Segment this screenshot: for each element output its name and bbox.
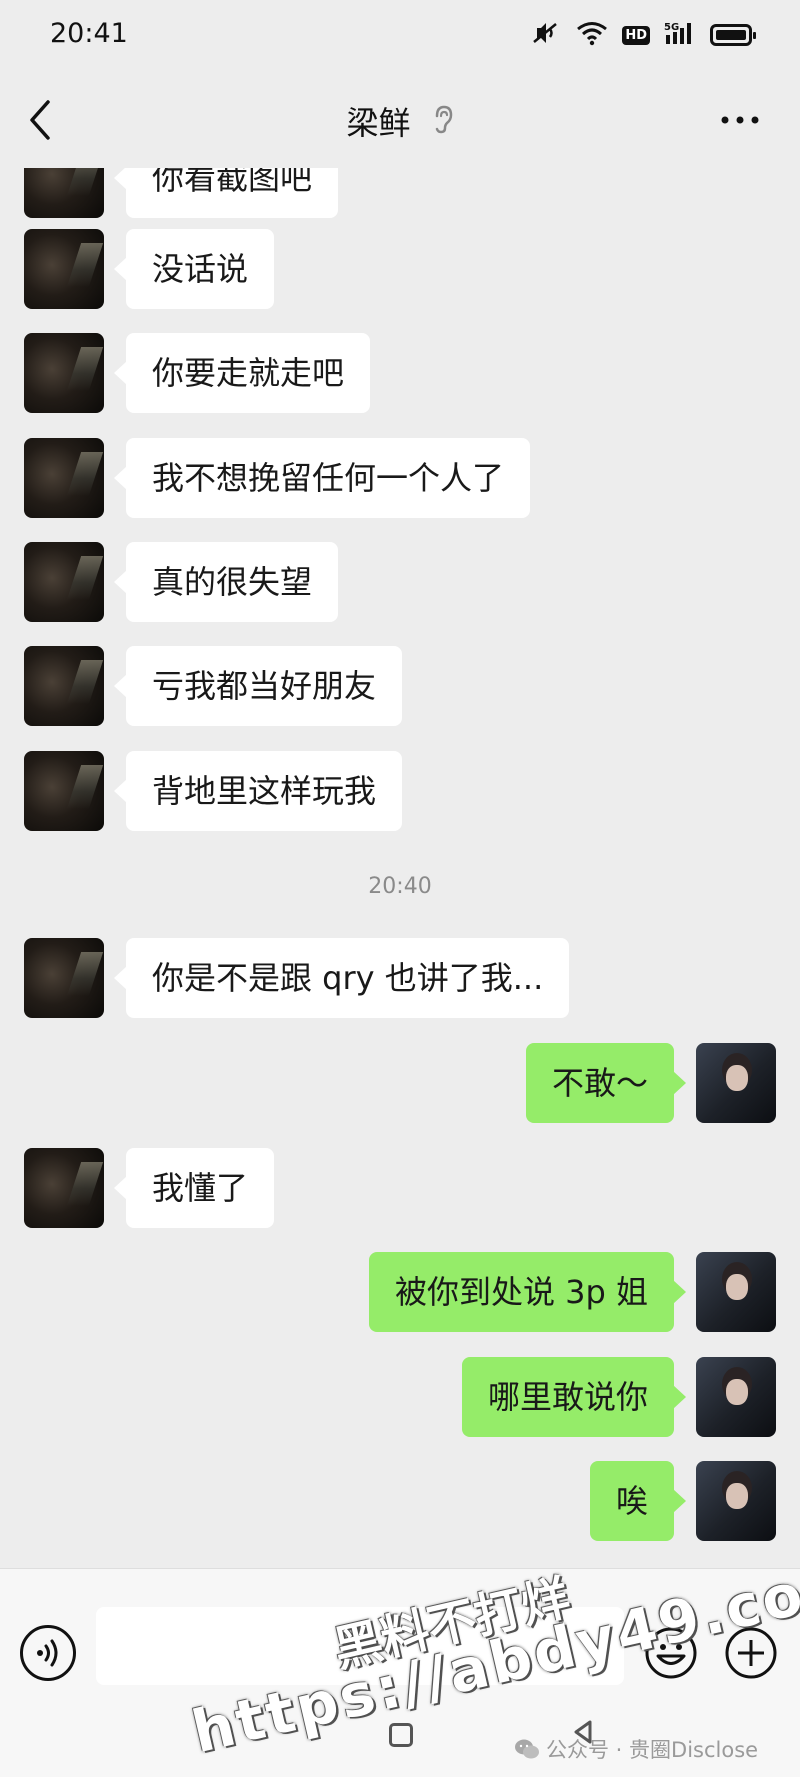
contact-avatar[interactable] bbox=[24, 938, 104, 1018]
system-back-button[interactable] bbox=[572, 1719, 594, 1749]
sent-message-bubble[interactable]: 唉 bbox=[589, 1461, 687, 1541]
received-message-bubble[interactable]: 你是不是跟 qry 也讲了我... bbox=[113, 938, 570, 1018]
message-list[interactable]: 你看截图吧 没话说 你要走就走吧 我不想挽留任何一个人了 真的很失望 亏我都当好… bbox=[0, 168, 800, 1568]
my-avatar[interactable] bbox=[696, 1043, 776, 1123]
chat-timestamp: 20:40 bbox=[368, 874, 432, 899]
more-dots-icon bbox=[721, 116, 759, 124]
contact-avatar[interactable] bbox=[24, 333, 104, 413]
battery-icon bbox=[710, 24, 756, 46]
message-input[interactable] bbox=[96, 1607, 624, 1685]
status-time: 20:41 bbox=[50, 18, 128, 49]
wifi-icon bbox=[576, 20, 608, 50]
contact-avatar[interactable] bbox=[24, 1148, 104, 1228]
status-icons: HD 5G bbox=[528, 20, 756, 50]
received-message-bubble[interactable]: 你看截图吧 bbox=[113, 168, 339, 218]
received-message-bubble[interactable]: 我不想挽留任何一个人了 bbox=[113, 438, 531, 518]
chat-header: 梁鲜 bbox=[0, 72, 800, 168]
status-bar: 20:41 HD 5G bbox=[0, 0, 800, 72]
my-avatar[interactable] bbox=[696, 1357, 776, 1437]
sent-message-bubble[interactable]: 不敢～ bbox=[525, 1043, 687, 1123]
input-bar bbox=[0, 1568, 800, 1777]
cellular-signal-icon: 5G bbox=[664, 20, 696, 50]
sent-message-bubble[interactable]: 哪里敢说你 bbox=[461, 1357, 687, 1437]
received-message-bubble[interactable]: 你要走就走吧 bbox=[113, 333, 371, 413]
plus-circle-icon bbox=[725, 1627, 777, 1679]
my-avatar[interactable] bbox=[696, 1461, 776, 1541]
contact-avatar[interactable] bbox=[24, 229, 104, 309]
hd-badge: HD bbox=[622, 25, 650, 45]
triangle-back-icon bbox=[574, 1720, 592, 1744]
chat-title: 梁鲜 bbox=[346, 104, 411, 142]
received-message-bubble[interactable]: 亏我都当好朋友 bbox=[113, 646, 403, 726]
received-message-bubble[interactable]: 背地里这样玩我 bbox=[113, 751, 403, 831]
received-message-bubble[interactable]: 我懂了 bbox=[113, 1148, 275, 1228]
contact-avatar[interactable] bbox=[24, 542, 104, 622]
ear-icon bbox=[432, 104, 454, 138]
voice-wave-icon bbox=[37, 1639, 58, 1667]
more-options-button[interactable] bbox=[720, 110, 760, 130]
received-message-bubble[interactable]: 真的很失望 bbox=[113, 542, 339, 622]
my-avatar[interactable] bbox=[696, 1252, 776, 1332]
svg-text:5G: 5G bbox=[664, 22, 679, 33]
contact-avatar[interactable] bbox=[24, 168, 104, 218]
emoji-button[interactable] bbox=[643, 1625, 699, 1681]
home-button[interactable] bbox=[389, 1723, 413, 1747]
contact-avatar[interactable] bbox=[24, 751, 104, 831]
received-message-bubble[interactable]: 没话说 bbox=[113, 229, 275, 309]
chat-title-area: 梁鲜 bbox=[0, 98, 800, 144]
mute-vibrate-icon bbox=[528, 20, 562, 50]
sent-message-bubble[interactable]: 被你到处说 3p 姐 bbox=[368, 1252, 687, 1332]
contact-avatar[interactable] bbox=[24, 646, 104, 726]
smiley-icon bbox=[645, 1627, 697, 1679]
more-functions-button[interactable] bbox=[723, 1625, 779, 1681]
contact-avatar[interactable] bbox=[24, 438, 104, 518]
voice-input-button[interactable] bbox=[20, 1625, 76, 1681]
